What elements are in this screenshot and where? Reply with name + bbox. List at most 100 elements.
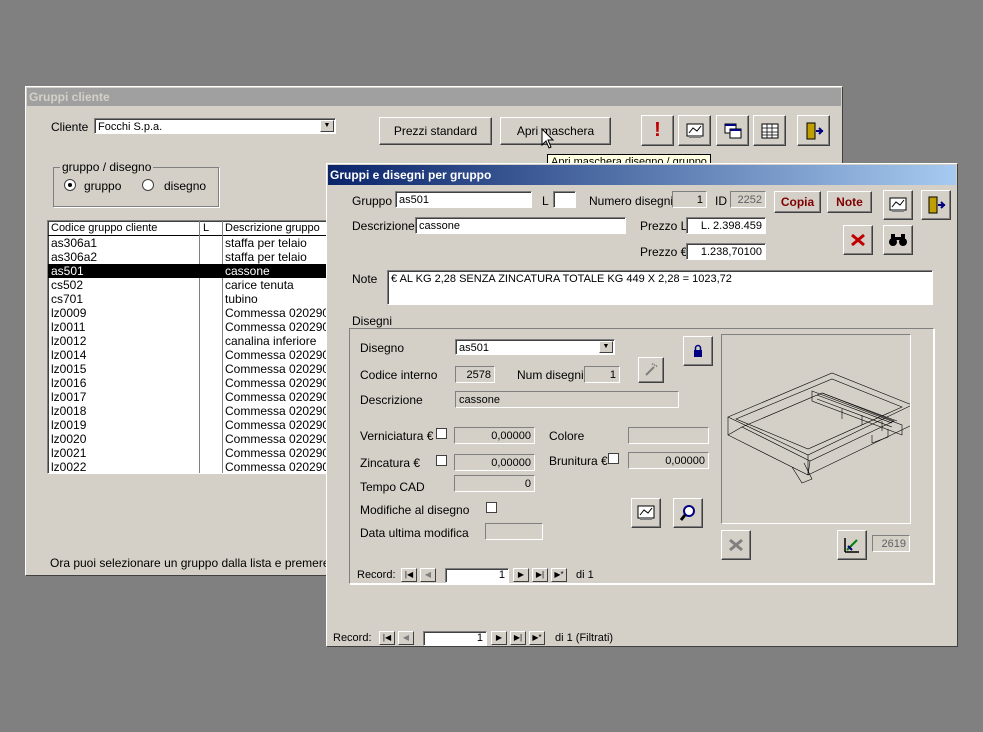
inner-first-record-button[interactable]: |◀ — [401, 568, 417, 582]
report-icon — [637, 505, 655, 520]
row-description: canalina inferiore — [225, 334, 317, 348]
inner-record-label: Record: — [357, 569, 396, 581]
outer-prev-record-button[interactable]: ◀ — [398, 631, 414, 645]
apri-maschera-button[interactable]: Apri maschera — [500, 117, 611, 145]
magnifier-icon — [679, 505, 695, 521]
note-field[interactable]: € AL KG 2,28 SENZA ZINCATURA TOTALE KG 4… — [387, 270, 933, 305]
outer-next-record-button[interactable]: ▶ — [491, 631, 507, 645]
exit-button[interactable] — [921, 190, 951, 220]
note-button[interactable]: Note — [827, 191, 872, 213]
table-row[interactable]: cs701 tubino — [48, 292, 328, 306]
gruppo-field[interactable]: as501 — [395, 191, 532, 208]
table-row[interactable]: lz0021 Commessa 020290 Li — [48, 446, 328, 460]
table-row[interactable]: lz0016 Commessa 020290 — [48, 376, 328, 390]
mouse-cursor-icon — [541, 128, 555, 149]
gruppi-disegni-titlebar[interactable]: Gruppi e disegni per gruppo — [328, 165, 956, 185]
table-row[interactable]: cs502 carice tenuta — [48, 278, 328, 292]
inner-new-record-button[interactable]: ▶* — [551, 568, 567, 582]
radio-gruppo[interactable] — [64, 179, 76, 191]
disegno-combobox[interactable]: as501 ▼ — [455, 339, 615, 355]
table-row[interactable]: lz0020 Commessa 020290 Li — [48, 432, 328, 446]
zincatura-label: Zincatura € — [360, 456, 421, 470]
inner-prev-record-button[interactable]: ◀ — [420, 568, 436, 582]
radio-gruppo-label[interactable]: gruppo — [84, 179, 121, 193]
l-field[interactable] — [553, 191, 576, 208]
edit-drawing-button[interactable] — [837, 530, 867, 560]
prezzo-l-label: Prezzo L — [640, 219, 688, 233]
drawing-report-button[interactable] — [631, 498, 661, 528]
inner-next-record-button[interactable]: ▶ — [513, 568, 529, 582]
prezzo-l-field[interactable]: L. 2.398.459 — [686, 217, 766, 234]
outer-new-record-button[interactable]: ▶* — [529, 631, 545, 645]
table-row[interactable]: lz0012 canalina inferiore — [48, 334, 328, 348]
sub-descrizione-field: cassone — [455, 391, 679, 408]
table-button[interactable] — [753, 115, 786, 146]
table-row[interactable]: lz0015 Commessa 020290 — [48, 362, 328, 376]
row-description: Commessa 020290 lis — [225, 460, 329, 474]
sub-descrizione-label: Descrizione — [360, 393, 423, 407]
radio-disegno-label[interactable]: disegno — [164, 179, 206, 193]
descrizione-label: Descrizione — [352, 219, 415, 233]
list-header: Codice gruppo cliente L Descrizione grup… — [48, 221, 328, 236]
report-button[interactable] — [883, 190, 913, 220]
verniciatura-label: Verniciatura € — [360, 429, 434, 443]
table-row[interactable]: as501 cassone — [48, 264, 328, 278]
prezzi-standard-button[interactable]: Prezzi standard — [379, 117, 492, 145]
inner-record-field[interactable]: 1 — [445, 568, 509, 583]
chevron-down-icon[interactable]: ▼ — [320, 120, 334, 132]
gruppi-cliente-titlebar[interactable]: Gruppi cliente — [27, 88, 841, 106]
lock-icon — [694, 344, 702, 357]
numero-disegni-label: Numero disegni — [589, 194, 674, 208]
row-code: lz0011 — [51, 320, 86, 334]
lock-button[interactable] — [683, 336, 713, 366]
table-row[interactable]: lz0009 Commessa 020290 Li — [48, 306, 328, 320]
exclamation-button[interactable]: ! — [641, 115, 674, 146]
inner-last-record-button[interactable]: ▶| — [532, 568, 548, 582]
prezzo-euro-field[interactable]: 1.238,70100 — [686, 243, 766, 260]
windows-button[interactable] — [716, 115, 749, 146]
header-l: L — [203, 222, 210, 234]
outer-last-record-button[interactable]: ▶| — [510, 631, 526, 645]
magic-wand-icon — [645, 362, 658, 376]
row-code: lz0015 — [51, 362, 87, 376]
verniciatura-checkbox[interactable] — [436, 428, 447, 439]
cliente-value: Focchi S.p.a. — [98, 121, 163, 133]
report-button[interactable] — [678, 115, 711, 146]
chevron-down-icon[interactable]: ▼ — [599, 341, 613, 353]
prezzo-euro-label: Prezzo € — [640, 245, 688, 259]
row-code: lz0020 — [51, 432, 87, 446]
zoom-button[interactable] — [673, 498, 703, 528]
row-code: as306a1 — [51, 236, 98, 250]
radio-disegno[interactable] — [142, 179, 154, 191]
delete-button[interactable] — [843, 225, 873, 255]
zincatura-checkbox[interactable] — [436, 455, 447, 466]
brunitura-checkbox[interactable] — [608, 453, 619, 464]
cliente-label: Cliente — [51, 120, 89, 134]
modifiche-checkbox[interactable] — [486, 502, 497, 513]
table-row[interactable]: lz0019 Commessa 020290 Li — [48, 418, 329, 432]
outer-record-field[interactable]: 1 — [423, 631, 487, 646]
delete-x-icon — [851, 233, 865, 247]
table-row[interactable]: lz0018 Commessa 020290 lis — [48, 404, 328, 418]
copia-button[interactable]: Copia — [774, 191, 821, 213]
table-row[interactable]: lz0017 Commessa 020290 — [48, 390, 329, 404]
table-row[interactable]: as306a2 staffa per telaio — [48, 250, 328, 264]
table-row[interactable]: lz0022 Commessa 020290 lis — [48, 460, 329, 474]
descrizione-field[interactable]: cassone — [415, 217, 626, 234]
row-description: Commessa 020290 — [225, 390, 329, 404]
verniciatura-field: 0,00000 — [454, 427, 535, 444]
gruppi-listbox[interactable]: Codice gruppo cliente L Descrizione grup… — [47, 220, 329, 474]
find-button[interactable] — [883, 225, 913, 255]
table-row[interactable]: as306a1 staffa per telaio — [48, 236, 328, 250]
exit-button[interactable] — [797, 115, 830, 146]
table-row[interactable]: lz0014 Commessa 020290 — [48, 348, 328, 362]
outer-first-record-button[interactable]: |◀ — [379, 631, 395, 645]
data-modifica-label: Data ultima modifica — [360, 526, 469, 540]
image-id-field: 2619 — [872, 535, 910, 552]
cliente-combobox[interactable]: Focchi S.p.a. ▼ — [94, 118, 336, 134]
table-row[interactable]: lz0011 Commessa 020290 Li — [48, 320, 328, 334]
row-description: Commessa 020290 Li — [225, 418, 329, 432]
id-label: ID — [715, 194, 727, 208]
l-label: L — [542, 194, 549, 208]
gruppo-label: Gruppo — [352, 194, 393, 208]
